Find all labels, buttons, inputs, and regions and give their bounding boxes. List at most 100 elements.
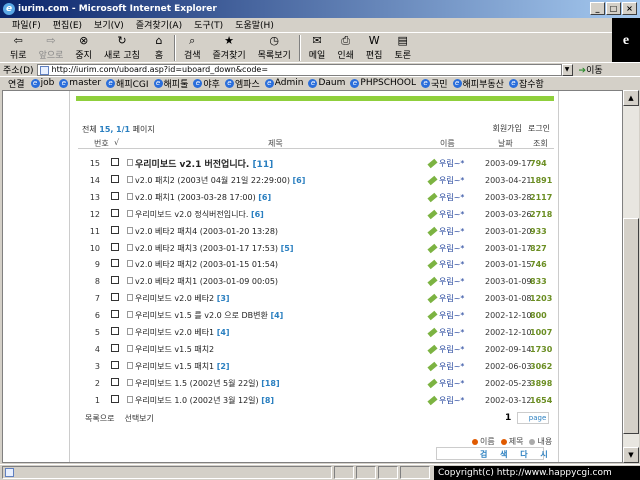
row-checkbox[interactable]: [111, 259, 119, 268]
page-button[interactable]: page: [517, 412, 550, 424]
scroll-down-button[interactable]: ▼: [623, 447, 639, 463]
row-subject-link[interactable]: 우리미보드 v2.0 정식버전입니다. [6]: [135, 209, 264, 220]
row-checkbox[interactable]: [111, 191, 119, 200]
discuss-button[interactable]: ▤ 토론: [388, 33, 417, 63]
row-hits: 933: [530, 226, 547, 236]
search-button[interactable]: ⌕ 검색: [178, 33, 207, 63]
row-author-link[interactable]: 우림~*: [427, 327, 464, 338]
row-checkbox[interactable]: [111, 360, 119, 369]
row-author-link[interactable]: 우림~*: [427, 259, 464, 270]
link-empas[interactable]: e 엠파스: [224, 77, 263, 89]
row-checkbox[interactable]: [111, 293, 119, 302]
row-checkbox[interactable]: [111, 174, 119, 183]
row-checkbox[interactable]: [111, 242, 119, 251]
row-subject-link[interactable]: 우리미보드 v2.1 버전업니다. [11]: [135, 157, 273, 170]
vertical-scrollbar[interactable]: ▲ ▼: [623, 90, 639, 463]
row-author-link[interactable]: 우림~*: [427, 243, 464, 254]
row-author-link[interactable]: 우림~*: [427, 310, 464, 321]
print-button[interactable]: ⎙ 인쇄: [331, 33, 360, 63]
row-subject-link[interactable]: v2.0 패치2 (2003년 04월 21일 22:29:00) [6]: [135, 175, 305, 186]
row-subject-link[interactable]: v2.0 베타2 패치3 (2003-01-17 17:53) [5]: [135, 243, 293, 254]
row-author-link[interactable]: 우림~*: [427, 192, 464, 203]
row-subject-link[interactable]: v2.0 베타2 패치2 (2003-01-15 01:54): [135, 259, 278, 270]
search-opt-content[interactable]: 내용: [529, 436, 552, 447]
back-button[interactable]: ⇦ 뒤로: [4, 33, 33, 63]
link-jobsuham[interactable]: e 잡수함: [508, 77, 547, 89]
row-subject-link[interactable]: 우리미보드 1.5 (2002년 5월 22일) [18]: [135, 378, 280, 389]
link-happycgi[interactable]: e 해피CGI: [106, 77, 151, 89]
row-checkbox[interactable]: [111, 158, 119, 166]
row-subject-link[interactable]: 우리미보드 1.0 (2002년 3월 12일) [8]: [135, 395, 274, 406]
link-admin[interactable]: e Admin: [264, 78, 307, 88]
signup-link[interactable]: 회원가입: [492, 123, 521, 134]
row-subject-link[interactable]: v2.0 베타2 패치4 (2003-01-20 13:28): [135, 226, 278, 237]
maximize-button[interactable]: □: [606, 2, 621, 15]
address-input[interactable]: http://iurim.com/uboard.asp?id=uboard_do…: [36, 63, 562, 76]
row-hits: 3898: [530, 378, 553, 388]
refresh-button[interactable]: ↻ 새로 고침: [98, 33, 146, 63]
edit-button[interactable]: W 편집: [360, 33, 389, 63]
row-checkbox[interactable]: [111, 276, 119, 285]
minimize-button[interactable]: _: [590, 2, 605, 15]
login-link[interactable]: 로그인: [528, 123, 550, 134]
close-button[interactable]: ×: [622, 2, 637, 15]
search-opt-name[interactable]: 이름: [472, 436, 495, 447]
current-page[interactable]: 1: [505, 413, 511, 423]
search-buttons[interactable]: 검 색 다 시: [480, 449, 553, 460]
row-subject-link[interactable]: 우리미보드 v1.5 패치1 [2]: [135, 361, 230, 372]
home-button[interactable]: ⌂ 홈: [146, 33, 172, 63]
menu-view[interactable]: 보기(V): [94, 18, 124, 31]
go-button[interactable]: ➔이동: [579, 63, 603, 76]
link-master[interactable]: e master: [59, 78, 104, 88]
pencil-icon: [427, 344, 438, 355]
history-button[interactable]: ◷ 목록보기: [252, 33, 297, 63]
link-daum[interactable]: e Daum: [308, 78, 348, 88]
row-subject-link[interactable]: 우리미보드 v1.5 패치2: [135, 344, 214, 355]
row-author-link[interactable]: 우림~*: [427, 395, 464, 406]
row-author-link[interactable]: 우림~*: [427, 361, 464, 372]
row-checkbox[interactable]: [111, 310, 119, 319]
comment-count: [4]: [216, 328, 230, 337]
row-subject-link[interactable]: 우리미보드 v1.5 를 v2.0 으로 DB변환 [4]: [135, 310, 283, 321]
menu-help[interactable]: 도움말(H): [235, 18, 274, 31]
link-job[interactable]: e job: [30, 78, 58, 88]
link-kookmin[interactable]: e 국민: [420, 77, 451, 89]
row-subject-link[interactable]: v2.0 베타2 패치1 (2003-01-09 00:05): [135, 276, 278, 287]
link-yahoo[interactable]: e 야후: [193, 77, 223, 89]
stop-button[interactable]: ⊗ 중지: [69, 33, 98, 63]
row-author-link[interactable]: 우림~*: [427, 175, 464, 186]
search-opt-subject[interactable]: 제목: [500, 436, 523, 447]
menu-edit[interactable]: 편집(E): [53, 18, 82, 31]
row-checkbox[interactable]: [111, 343, 119, 352]
favorites-button[interactable]: ★ 즐겨찾기: [207, 33, 252, 63]
address-dropdown-button[interactable]: ▼: [561, 63, 573, 76]
row-author-link[interactable]: 우림~*: [427, 276, 464, 287]
row-author-link[interactable]: 우림~*: [427, 226, 464, 237]
row-author-link[interactable]: 우림~*: [427, 344, 464, 355]
link-happy-realestate[interactable]: e 해피부동산: [452, 77, 507, 89]
row-subject-link[interactable]: 우리미보드 v2.0 베타2 [3]: [135, 293, 230, 304]
row-author-link[interactable]: 우림~*: [427, 209, 464, 220]
row-author-link[interactable]: 우림~*: [427, 378, 464, 389]
menu-file[interactable]: 파일(F): [12, 18, 41, 31]
scroll-thumb[interactable]: [623, 218, 639, 434]
row-author-link[interactable]: 우림~*: [427, 158, 464, 169]
row-checkbox[interactable]: [111, 377, 119, 386]
row-subject-link[interactable]: 우리미보드 v2.0 베타1 [4]: [135, 327, 230, 338]
mail-button[interactable]: ✉ 메일: [303, 33, 332, 63]
select-view-link[interactable]: 선택보기: [124, 413, 153, 424]
document-icon: [127, 378, 133, 386]
menu-tools[interactable]: 도구(T): [194, 18, 223, 31]
forward-button[interactable]: ⇨ 앞으로: [33, 33, 70, 63]
row-checkbox[interactable]: [111, 327, 119, 335]
row-checkbox[interactable]: [111, 225, 119, 234]
scroll-up-button[interactable]: ▲: [623, 90, 639, 106]
link-happytool[interactable]: e 해피툴: [153, 77, 192, 89]
row-checkbox[interactable]: [111, 394, 119, 403]
menu-favorites[interactable]: 즐겨찾기(A): [136, 18, 182, 31]
row-checkbox[interactable]: [111, 208, 119, 217]
list-link[interactable]: 목록으로: [85, 413, 114, 424]
link-phpschool[interactable]: e PHPSCHOOL: [350, 78, 419, 88]
row-author-link[interactable]: 우림~*: [427, 293, 464, 304]
row-subject-link[interactable]: v2.0 패치1 (2003-03-28 17:00) [6]: [135, 192, 271, 203]
